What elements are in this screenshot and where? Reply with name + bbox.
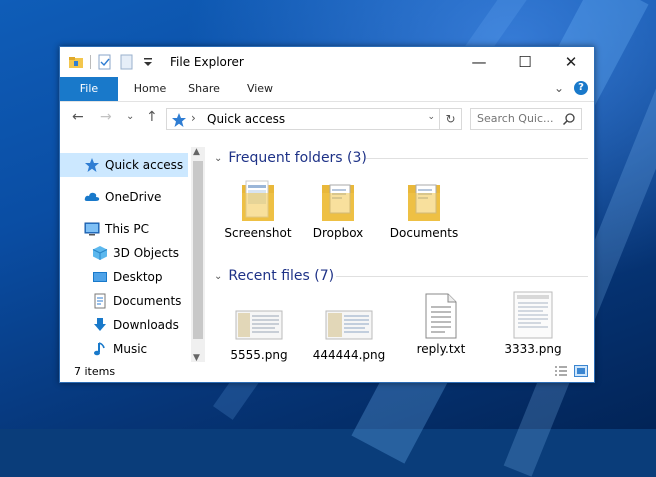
recent-locations-button[interactable]: ⌄ <box>126 111 134 122</box>
image-file-icon <box>513 291 553 339</box>
cube-icon <box>92 245 108 261</box>
ribbon-tabs: File Home Share View ⌄ ? <box>60 77 594 102</box>
sidebar-item-label: Music <box>113 342 148 356</box>
expand-ribbon-icon[interactable]: ⌄ <box>554 81 564 95</box>
document-icon <box>92 293 108 309</box>
folder-label: Screenshot <box>224 226 292 240</box>
sidebar-item-label: This PC <box>105 222 149 236</box>
folder-icon <box>238 179 278 223</box>
file-tile-3333[interactable]: 3333.png <box>494 291 572 356</box>
details-view-icon[interactable] <box>554 365 568 380</box>
sidebar-item-desktop[interactable]: Desktop <box>60 265 188 289</box>
up-button[interactable]: ↑ <box>146 109 158 125</box>
sidebar-item-documents[interactable]: Documents <box>60 289 188 313</box>
file-label: 5555.png <box>230 348 288 362</box>
forward-button[interactable]: → <box>100 109 112 125</box>
view-switcher <box>554 365 588 380</box>
scrollbar-thumb[interactable] <box>193 161 203 339</box>
group-divider <box>366 158 588 159</box>
sidebar-scrollbar[interactable]: ▲ ▼ <box>191 147 205 363</box>
navigation-bar: ← → ⌄ ↑ › Quick access ⌄ ↻ <box>60 102 594 134</box>
sidebar-item-label: Downloads <box>113 318 179 332</box>
folder-icon <box>318 179 358 223</box>
collapse-chevron-icon[interactable]: ⌄ <box>214 153 222 164</box>
desktop-icon <box>92 269 108 285</box>
sidebar-item-label: OneDrive <box>105 190 162 204</box>
folder-label: Documents <box>389 226 459 240</box>
sidebar-item-music[interactable]: Music <box>60 337 188 361</box>
folder-tile-dropbox[interactable]: Dropbox <box>302 179 374 240</box>
tab-share[interactable]: Share <box>184 77 224 101</box>
toolbar-separator <box>90 55 91 69</box>
file-tile-5555[interactable]: 5555.png <box>220 301 298 362</box>
folder-app-icon <box>68 54 84 70</box>
sidebar-item-quick-access[interactable]: Quick access <box>60 153 188 177</box>
image-file-icon <box>235 301 283 345</box>
sidebar-item-label: 3D Objects <box>113 246 180 260</box>
close-button[interactable]: ✕ <box>548 47 594 77</box>
title-bar: File Explorer — ☐ ✕ <box>60 47 594 77</box>
file-label: 444444.png <box>312 348 386 362</box>
search-icon[interactable] <box>562 112 576 129</box>
monitor-icon <box>84 221 100 237</box>
navigation-pane: Quick access OneDrive This PC 3D Objects… <box>60 149 192 363</box>
group-header-recent-files[interactable]: ⌄ Recent files (7) <box>206 266 594 286</box>
help-icon[interactable]: ? <box>574 81 588 95</box>
scroll-up-icon[interactable]: ▲ <box>193 147 200 157</box>
customize-toolbar-icon[interactable] <box>141 54 157 70</box>
sidebar-item-this-pc[interactable]: This PC <box>60 217 188 241</box>
status-bar: 7 items <box>60 362 594 382</box>
maximize-button[interactable]: ☐ <box>502 47 548 77</box>
tab-view[interactable]: View <box>240 77 280 101</box>
text-file-icon <box>423 293 459 339</box>
sidebar-item-label: Desktop <box>113 270 163 284</box>
star-icon <box>84 157 100 173</box>
tab-file[interactable]: File <box>60 77 118 101</box>
folder-tile-screenshot[interactable]: Screenshot <box>222 179 294 240</box>
new-folder-icon[interactable] <box>119 54 135 70</box>
folder-label: Dropbox <box>312 226 364 240</box>
large-icons-view-icon[interactable] <box>574 365 588 380</box>
item-count: 7 items <box>74 365 116 378</box>
download-icon <box>92 317 108 333</box>
sidebar-item-onedrive[interactable]: OneDrive <box>60 185 188 209</box>
cloud-icon <box>84 189 100 205</box>
window-title: File Explorer <box>170 55 244 69</box>
group-header-frequent-folders[interactable]: ⌄ Frequent folders (3) <box>206 148 594 168</box>
folder-tile-documents[interactable]: Documents <box>388 179 460 240</box>
group-title: Recent files (7) <box>228 268 335 284</box>
file-tile-reply[interactable]: reply.txt <box>402 293 480 356</box>
tab-home[interactable]: Home <box>130 77 170 101</box>
file-label: reply.txt <box>416 342 466 356</box>
image-file-icon <box>325 301 373 345</box>
address-bar[interactable]: › Quick access ⌄ <box>166 108 440 130</box>
collapse-chevron-icon[interactable]: ⌄ <box>214 271 222 282</box>
chevron-down-icon[interactable]: ⌄ <box>427 112 435 122</box>
star-icon <box>171 112 187 131</box>
file-explorer-window: File Explorer — ☐ ✕ File Home Share View… <box>59 46 595 383</box>
refresh-button[interactable]: ↻ <box>440 108 462 130</box>
minimize-button[interactable]: — <box>456 47 502 77</box>
breadcrumb-separator: › <box>191 111 196 125</box>
window-controls: — ☐ ✕ <box>456 47 594 77</box>
properties-icon[interactable] <box>97 54 113 70</box>
breadcrumb-quick-access[interactable]: Quick access <box>207 112 285 126</box>
main-content: ⌄ Frequent folders (3) Screenshot Dropbo… <box>206 141 594 363</box>
sidebar-item-label: Quick access <box>105 158 184 172</box>
music-icon <box>92 341 108 357</box>
quick-access-toolbar <box>68 54 157 70</box>
search-input[interactable] <box>477 112 557 125</box>
sidebar-item-downloads[interactable]: Downloads <box>60 313 188 337</box>
sidebar-item-label: Documents <box>113 294 182 308</box>
search-box[interactable] <box>470 108 582 130</box>
group-divider <box>336 276 588 277</box>
group-title: Frequent folders (3) <box>228 150 367 166</box>
ribbon-controls: ⌄ ? <box>554 81 588 95</box>
folder-icon <box>404 179 444 223</box>
sidebar-item-3d-objects[interactable]: 3D Objects <box>60 241 188 265</box>
file-tile-444444[interactable]: 444444.png <box>310 301 388 362</box>
back-button[interactable]: ← <box>72 109 84 125</box>
file-label: 3333.png <box>504 342 562 356</box>
